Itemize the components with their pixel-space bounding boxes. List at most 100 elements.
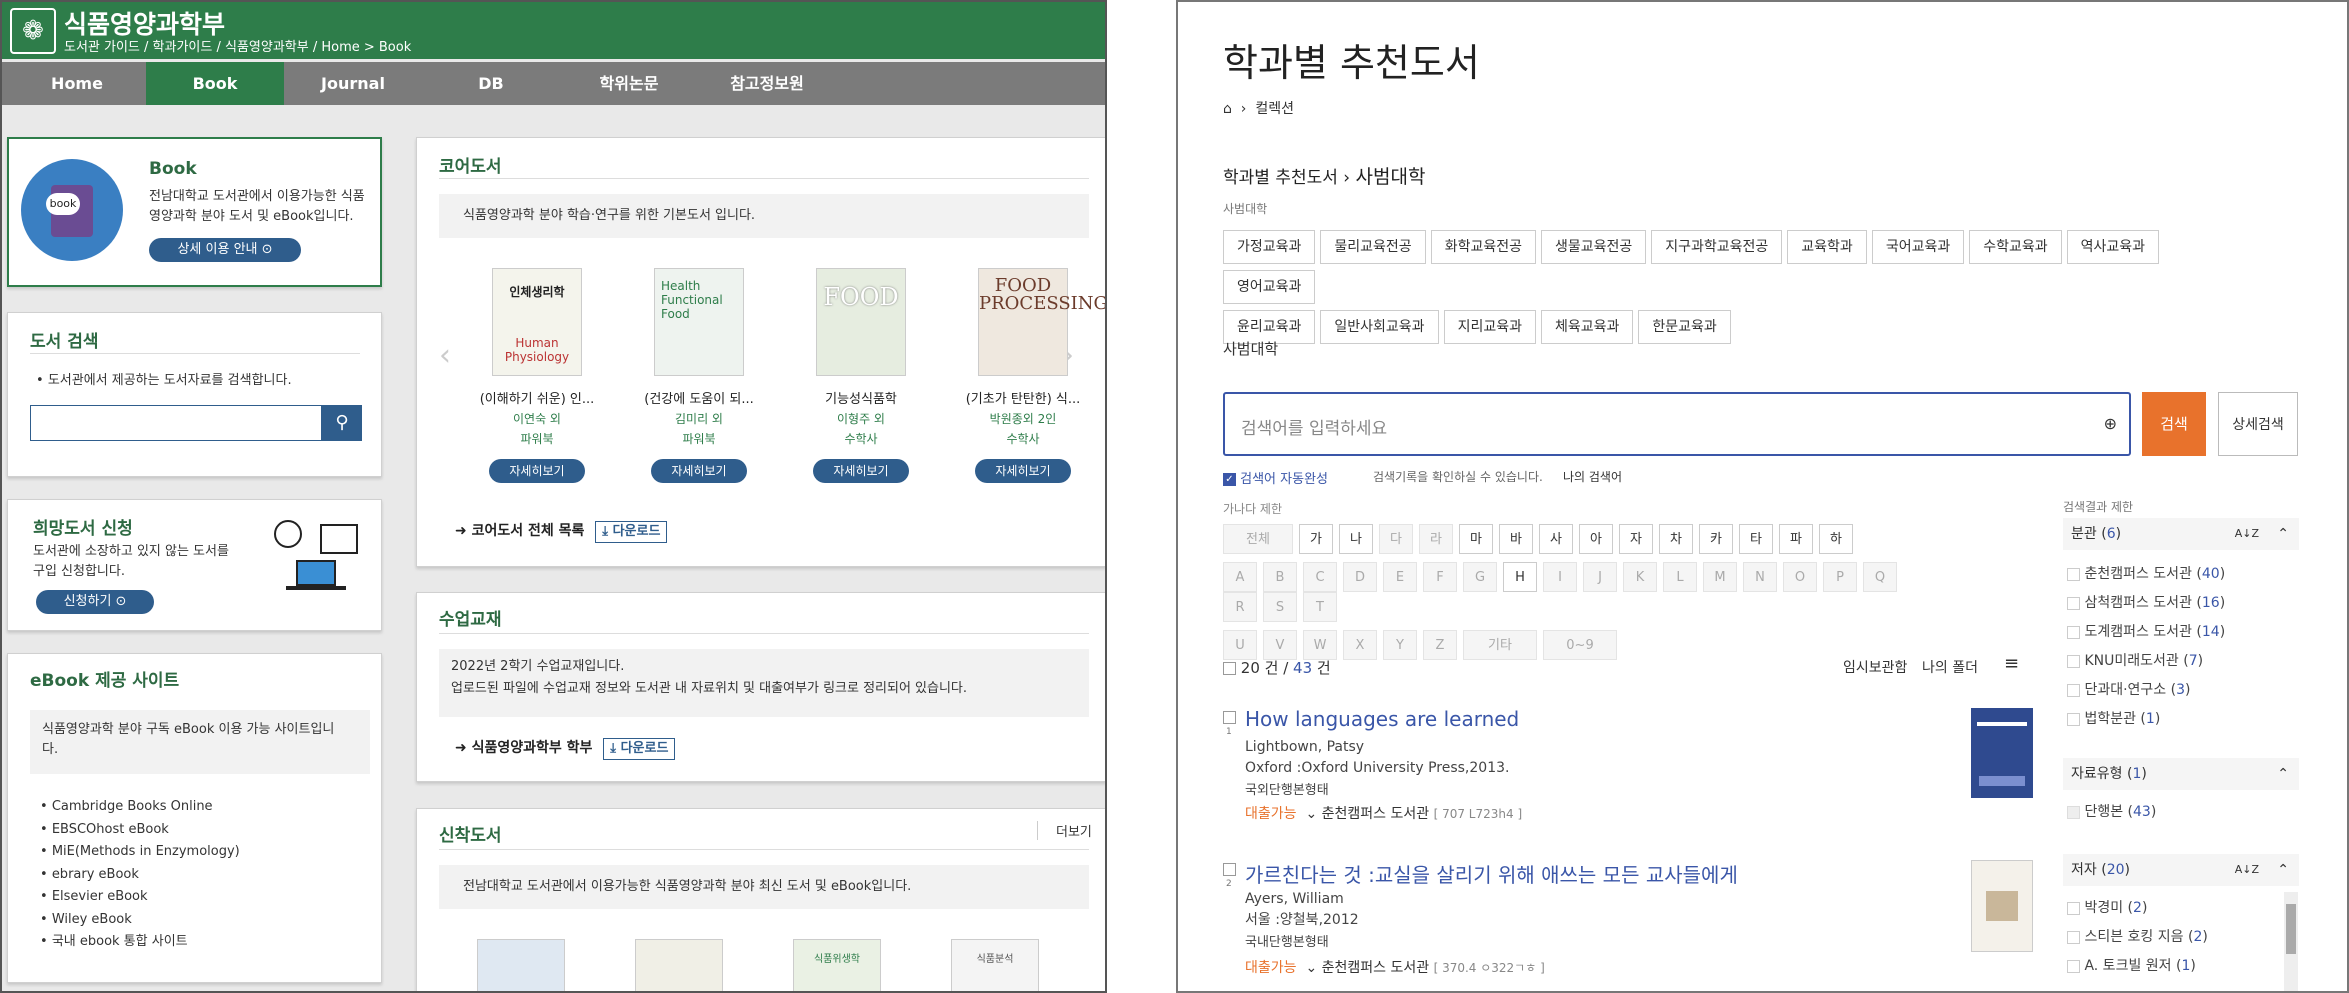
alpha-button[interactable]: L <box>1663 562 1697 592</box>
advanced-search-button[interactable]: 상세검색 <box>2218 392 2298 456</box>
ebook-site-link[interactable]: • EBSCOhost eBook <box>40 819 240 842</box>
temp-save-link[interactable]: 임시보관함 <box>1843 657 1907 677</box>
detail-button[interactable]: 자세히보기 <box>975 459 1071 483</box>
facet-option[interactable]: 박경미 (2) <box>2067 894 2277 923</box>
book-title[interactable]: (기초가 탄탄한) 식... <box>953 388 1093 407</box>
book-title[interactable]: (이해하기 쉬운) 인... <box>467 388 607 407</box>
detail-button[interactable]: 자세히보기 <box>489 459 585 483</box>
dept-chip[interactable]: 일반사회교육과 <box>1320 310 1439 344</box>
chevron-up-icon[interactable]: ⌃ <box>2277 758 2289 790</box>
dept-chip[interactable]: 물리교육전공 <box>1320 230 1426 264</box>
facet-option[interactable]: 스티븐 호킹 지음 (2) <box>2067 923 2277 952</box>
result-title[interactable]: How languages are learned <box>1245 707 1519 731</box>
sort-icon[interactable]: ≡ <box>2004 653 2019 674</box>
dept-chip[interactable]: 영어교육과 <box>1223 270 1316 304</box>
prev-arrow-icon[interactable]: ‹ <box>439 338 451 373</box>
alpha-button[interactable]: W <box>1303 630 1337 660</box>
book-cover[interactable]: FOOD PROCESSING <box>978 268 1105 376</box>
new-book-cover[interactable] <box>635 939 723 991</box>
alpha-other[interactable]: 기타 <box>1463 630 1537 660</box>
facet-type-header[interactable]: 자료유형 (1) ⌃ <box>2063 758 2299 790</box>
alpha-button[interactable]: B <box>1263 562 1297 592</box>
alpha-button[interactable]: P <box>1823 562 1857 592</box>
core-download-button[interactable]: ⤓ 다운로드 <box>595 521 668 543</box>
alpha-button[interactable]: H <box>1503 562 1537 592</box>
search-button[interactable]: 검색 <box>2142 392 2206 456</box>
dept-chip[interactable]: 생물교육전공 <box>1540 230 1647 264</box>
ebook-site-link[interactable]: • MiE(Methods in Enzymology) <box>40 841 240 864</box>
alpha-button[interactable]: N <box>1743 562 1777 592</box>
alpha-digits[interactable]: 0~9 <box>1543 630 1617 660</box>
chevron-down-icon[interactable]: ⌄ <box>1305 806 1317 822</box>
alpha-button[interactable]: D <box>1343 562 1377 592</box>
facet-option[interactable]: 단과대·연구소 (3) <box>2067 676 2299 705</box>
alpha-button[interactable]: 사 <box>1539 524 1573 554</box>
detail-button[interactable]: 자세히보기 <box>651 459 747 483</box>
dept-chip[interactable]: 화학교육전공 <box>1430 230 1536 264</box>
search-input[interactable]: 검색어를 입력하세요 ⊕ <box>1223 392 2131 456</box>
alpha-button[interactable]: 라 <box>1419 524 1453 554</box>
detail-button[interactable]: 자세히보기 <box>813 459 909 483</box>
book-title[interactable]: (건강에 도움이 되... <box>629 388 769 407</box>
dept-chip[interactable]: 한문교육과 <box>1638 310 1731 344</box>
alpha-button[interactable]: 파 <box>1779 524 1813 554</box>
dept-chip[interactable]: 지리교육과 <box>1443 310 1536 344</box>
my-search-link[interactable]: 나의 검색어 <box>1563 468 1622 485</box>
alpha-button[interactable]: R <box>1223 592 1257 622</box>
alpha-button[interactable]: 자 <box>1619 524 1653 554</box>
facet-option[interactable]: 단행본 (43) <box>2067 798 2299 827</box>
detail-guide-button[interactable]: 상세 이용 안내 ⊙ <box>149 238 301 262</box>
ebook-site-link[interactable]: • Elsevier eBook <box>40 886 240 909</box>
new-book-cover[interactable]: 식품분석 <box>951 939 1039 991</box>
alpha-button[interactable]: K <box>1623 562 1657 592</box>
alpha-button[interactable]: M <box>1703 562 1737 592</box>
autocomplete-toggle[interactable]: ✓ 검색어 자동완성 <box>1223 468 1328 487</box>
alpha-button[interactable]: J <box>1583 562 1617 592</box>
book-title[interactable]: 기능성식품학 <box>791 388 931 407</box>
ebook-site-link[interactable]: • Cambridge Books Online <box>40 796 240 819</box>
chevron-up-icon[interactable]: ⌃ <box>2277 854 2289 886</box>
nav-journal[interactable]: Journal <box>284 62 422 105</box>
select-all-checkbox[interactable] <box>1223 662 1236 675</box>
alpha-button[interactable]: X <box>1343 630 1377 660</box>
nav-reference[interactable]: 참고정보원 <box>698 62 836 105</box>
facet-option[interactable]: KNU미래도서관 (7) <box>2067 647 2299 676</box>
new-book-cover[interactable] <box>477 939 565 991</box>
facet-branch-header[interactable]: 분관 (6) A↓Z ⌃ <box>2063 518 2299 550</box>
result-checkbox[interactable] <box>1223 711 1236 724</box>
alpha-button[interactable]: Y <box>1383 630 1417 660</box>
alpha-button[interactable]: 아 <box>1579 524 1613 554</box>
alpha-button[interactable]: E <box>1383 562 1417 592</box>
facet-option[interactable]: 법학분관 (1) <box>2067 705 2299 734</box>
request-button[interactable]: 신청하기 ⊙ <box>36 590 154 614</box>
my-folder-link[interactable]: 나의 폴더 <box>1922 657 1978 677</box>
alpha-button[interactable]: Q <box>1863 562 1897 592</box>
chevron-up-icon[interactable]: ⌃ <box>2277 518 2289 550</box>
facet-option[interactable]: 춘천캠퍼스 도서관 (40) <box>2067 560 2299 589</box>
alpha-button[interactable]: 카 <box>1699 524 1733 554</box>
book-cover[interactable]: FOOD <box>816 268 906 376</box>
result-checkbox[interactable] <box>1223 863 1236 876</box>
home-icon[interactable]: ⌂ <box>1223 101 1232 117</box>
ebook-site-link[interactable]: • Wiley eBook <box>40 909 240 932</box>
alpha-button[interactable]: 나 <box>1339 524 1373 554</box>
alpha-button[interactable]: 차 <box>1659 524 1693 554</box>
textbook-download-button[interactable]: ⤓ 다운로드 <box>603 738 676 760</box>
facet-scrollbar[interactable] <box>2284 892 2298 991</box>
alpha-button[interactable]: A <box>1223 562 1257 592</box>
nav-thesis[interactable]: 학위논문 <box>560 62 698 105</box>
nav-home[interactable]: Home <box>8 62 146 105</box>
result-title[interactable]: 가르친다는 것 :교실을 살리기 위해 애쓰는 모든 교사들에게 <box>1245 859 1738 888</box>
ebook-site-link[interactable]: • ebrary eBook <box>40 864 240 887</box>
facet-author-header[interactable]: 저자 (20) A↓Z ⌃ <box>2063 854 2299 886</box>
alpha-button[interactable]: 타 <box>1739 524 1773 554</box>
alpha-button[interactable]: 마 <box>1459 524 1493 554</box>
alpha-button[interactable]: 하 <box>1819 524 1853 554</box>
newbooks-more-link[interactable]: 더보기 <box>1037 821 1092 840</box>
result-cover[interactable] <box>1971 708 2033 798</box>
dept-chip[interactable]: 교육학과 <box>1787 230 1867 264</box>
dept-chip[interactable]: 역사교육과 <box>2066 230 2160 264</box>
new-book-cover[interactable]: 식품위생학 <box>793 939 881 991</box>
alpha-button[interactable]: O <box>1783 562 1817 592</box>
alpha-button[interactable]: G <box>1463 562 1497 592</box>
